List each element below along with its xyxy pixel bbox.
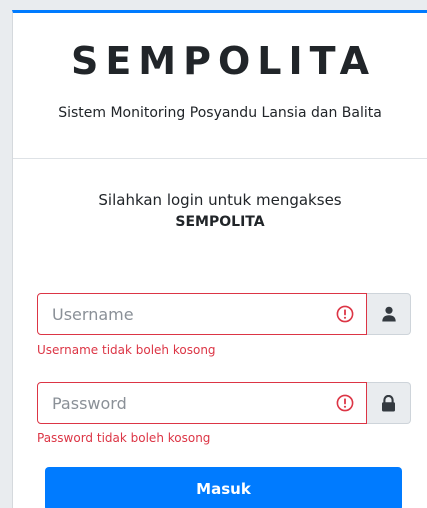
username-error: Username tidak boleh kosong — [37, 343, 216, 357]
username-field-box — [37, 293, 367, 335]
lock-icon — [382, 394, 395, 411]
card-header: SEMPOLITA Sistem Monitoring Posyandu Lan… — [13, 13, 427, 159]
login-message-app-name: SEMPOLITA — [175, 214, 265, 230]
username-addon — [367, 293, 411, 335]
brand-subtitle: Sistem Monitoring Posyandu Lansia dan Ba… — [58, 105, 382, 121]
user-icon — [381, 306, 396, 322]
card-body: Silahkan login untuk mengakses SEMPOLITA — [13, 189, 427, 508]
username-input[interactable] — [38, 294, 332, 334]
username-group — [37, 293, 411, 335]
login-message: Silahkan login untuk mengakses SEMPOLITA — [13, 189, 427, 233]
password-field-box — [37, 382, 367, 424]
password-addon — [367, 382, 411, 424]
password-input[interactable] — [38, 383, 332, 423]
login-message-text: Silahkan login untuk mengakses — [98, 191, 342, 209]
exclamation-circle-icon — [336, 305, 354, 323]
login-page: SEMPOLITA Sistem Monitoring Posyandu Lan… — [0, 0, 427, 508]
exclamation-circle-icon — [336, 394, 354, 412]
password-error: Password tidak boleh kosong — [37, 431, 211, 445]
brand-title: SEMPOLITA — [70, 39, 377, 83]
login-card: SEMPOLITA Sistem Monitoring Posyandu Lan… — [12, 10, 427, 508]
login-submit-button[interactable]: Masuk — [45, 467, 402, 508]
password-group — [37, 382, 411, 424]
